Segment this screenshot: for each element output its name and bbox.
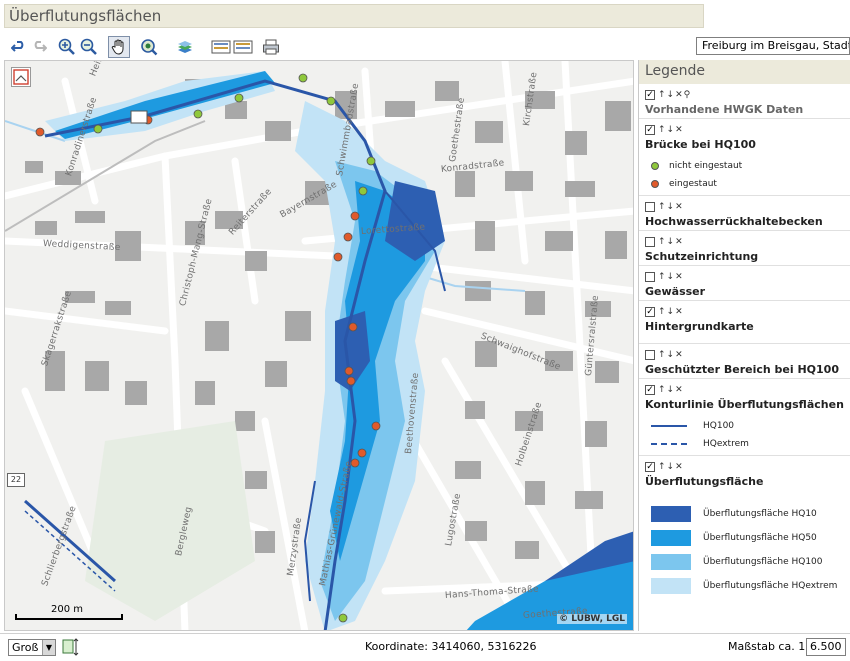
legend-item: Überflutungsfläche HQ100 [645, 550, 844, 574]
move-layer-icon[interactable]: ↑↓✕ [658, 272, 684, 282]
legend-section-kontur: ✓ ↑↓✕ Konturlinie Überflutungsflächen HQ1… [639, 379, 850, 456]
legend-item: Überflutungsfläche HQ50 [645, 526, 844, 550]
legend-item: Überflutungsfläche HQextrem [645, 574, 844, 598]
legend-item-label: Überflutungsfläche HQ100 [703, 557, 823, 567]
move-layer-icon[interactable]: ↑↓✕⚲ [658, 90, 691, 100]
solid-line-icon [651, 425, 687, 427]
legend-section-hwgk: ✓ ↑↓✕⚲ Vorhandene HWGK Daten [639, 84, 850, 119]
legend-section-flaeche: ✓ ↑↓✕ Überflutungsfläche Überflutungsfläc… [639, 456, 850, 600]
move-layer-icon[interactable]: ↑↓✕ [658, 385, 684, 395]
print-icon[interactable] [260, 36, 282, 58]
legend-layer-name: Brücke bei HQ100 [645, 138, 756, 151]
bridge-dot-icon [651, 162, 659, 170]
move-layer-icon[interactable]: ↑↓✕ [658, 307, 684, 317]
legend-title: Legende [639, 60, 850, 84]
legend-item-label: Überflutungsfläche HQ50 [703, 533, 817, 543]
legend-item: Überflutungsfläche HQ10 [645, 502, 844, 526]
color-swatch [651, 578, 691, 594]
chevron-down-icon[interactable]: ▼ [42, 640, 55, 655]
legend-item-label: eingestaut [669, 179, 717, 189]
title-bar: Überflutungsflächen [4, 4, 704, 28]
legend-item-label: nicht eingestaut [669, 161, 743, 171]
status-bar: Groß ▼ Koordinate: 3414060, 5316226 Maßs… [0, 633, 850, 661]
legend-item: HQextrem [645, 435, 844, 453]
legend-layer-name: Überflutungsfläche [645, 475, 764, 488]
map-size-value: Groß [12, 641, 39, 654]
scale-label: Maßstab ca. 1: [728, 640, 809, 653]
scale-bar: 200 m [15, 604, 123, 620]
legend-checkbox-hintergrund[interactable]: ✓ [645, 306, 655, 317]
zoom-out-icon[interactable] [78, 36, 100, 58]
legend-checkbox-bruecke[interactable]: ✓ [645, 124, 655, 135]
legend-item: nicht eingestaut [645, 157, 844, 175]
legend-checkbox-flaeche[interactable]: ✓ [645, 461, 655, 472]
bridge-dot-icon [651, 180, 659, 188]
legend-panel: Legende ✓ ↑↓✕⚲ Vorhandene HWGK Daten ✓ ↑↓✕… [638, 60, 850, 631]
copyright-label: © LUBW, LGL [557, 614, 627, 624]
legend-item-label: HQ100 [703, 421, 735, 431]
color-swatch [651, 530, 691, 546]
legend-section-bruecke: ✓ ↑↓✕ Brücke bei HQ100 nicht eingestaut e… [639, 119, 850, 196]
legend-checkbox-kontur[interactable]: ✓ [645, 384, 655, 395]
place-name-field[interactable]: Freiburg im Breisgau, Stadt [696, 37, 850, 55]
redo-icon[interactable] [28, 36, 50, 58]
legend-layer-name: Schutzeinrichtung [645, 250, 759, 263]
resize-map-icon[interactable] [62, 637, 80, 657]
legend-section-hintergrund: ✓ ↑↓✕ Hintergrundkarte [639, 301, 850, 344]
legend-alt-icon[interactable] [232, 36, 254, 58]
legend-section-schutz: ↑↓✕ Schutzeinrichtung [639, 231, 850, 266]
zoom-in-icon[interactable] [56, 36, 78, 58]
map-size-select[interactable]: Groß ▼ [8, 639, 56, 656]
legend-section-gewaesser: ↑↓✕ Gewässer [639, 266, 850, 301]
dashed-line-icon [651, 443, 687, 445]
legend-item-label: HQextrem [703, 439, 749, 449]
move-layer-icon[interactable]: ↑↓✕ [658, 237, 684, 247]
zoom-extent-icon[interactable] [11, 67, 31, 87]
legend-layer-name: Vorhandene HWGK Daten [645, 103, 804, 116]
map-canvas[interactable] [5, 61, 634, 631]
legend-checkbox-hwgk[interactable]: ✓ [645, 89, 655, 100]
move-layer-icon[interactable]: ↑↓✕ [658, 125, 684, 135]
legend-section-geschuetzt: ↑↓✕ Geschützter Bereich bei HQ100 [639, 344, 850, 379]
legend-checkbox-hrb[interactable] [645, 201, 655, 212]
legend-layer-name: Gewässer [645, 285, 706, 298]
legend-checkbox-gewaesser[interactable] [645, 271, 655, 282]
page-title: Überflutungsflächen [9, 7, 162, 25]
legend-item: HQ100 [645, 417, 844, 435]
scale-input[interactable]: 6.500 [806, 638, 846, 656]
zoom-region-icon[interactable] [138, 36, 160, 58]
legend-icon[interactable] [210, 36, 232, 58]
layers-icon[interactable] [174, 36, 196, 58]
legend-layer-name: Geschützter Bereich bei HQ100 [645, 363, 839, 376]
coordinate-readout: Koordinate: 3414060, 5316226 [365, 640, 537, 653]
legend-layer-name: Konturlinie Überflutungsflächen [645, 398, 844, 411]
legend-item-label: Überflutungsfläche HQextrem [703, 581, 838, 591]
color-swatch [651, 554, 691, 570]
pan-hand-icon[interactable] [108, 36, 130, 58]
legend-item-label: Überflutungsfläche HQ10 [703, 509, 817, 519]
toolbar: Freiburg im Breisgau, Stadt [4, 34, 850, 60]
undo-icon[interactable] [8, 36, 30, 58]
move-layer-icon[interactable]: ↑↓✕ [658, 202, 684, 212]
legend-layer-name: Hintergrundkarte [645, 320, 754, 333]
map-view[interactable]: 22 Heiligestraße Konradinerstraße Schwim… [4, 60, 634, 631]
move-layer-icon[interactable]: ↑↓✕ [658, 350, 684, 360]
legend-section-hrb: ↑↓✕ Hochwasserrückhaltebecken [639, 196, 850, 231]
move-layer-icon[interactable]: ↑↓✕ [658, 462, 684, 472]
legend-item: eingestaut [645, 175, 844, 193]
route-badge: 22 [7, 473, 25, 487]
scale-bar-line [15, 614, 123, 620]
color-swatch [651, 506, 691, 522]
legend-checkbox-schutz[interactable] [645, 236, 655, 247]
legend-layer-name: Hochwasserrückhaltebecken [645, 215, 823, 228]
legend-checkbox-geschuetzt[interactable] [645, 349, 655, 360]
app-window: Überflutungsflächen Freiburg im Breisgau… [0, 0, 850, 661]
